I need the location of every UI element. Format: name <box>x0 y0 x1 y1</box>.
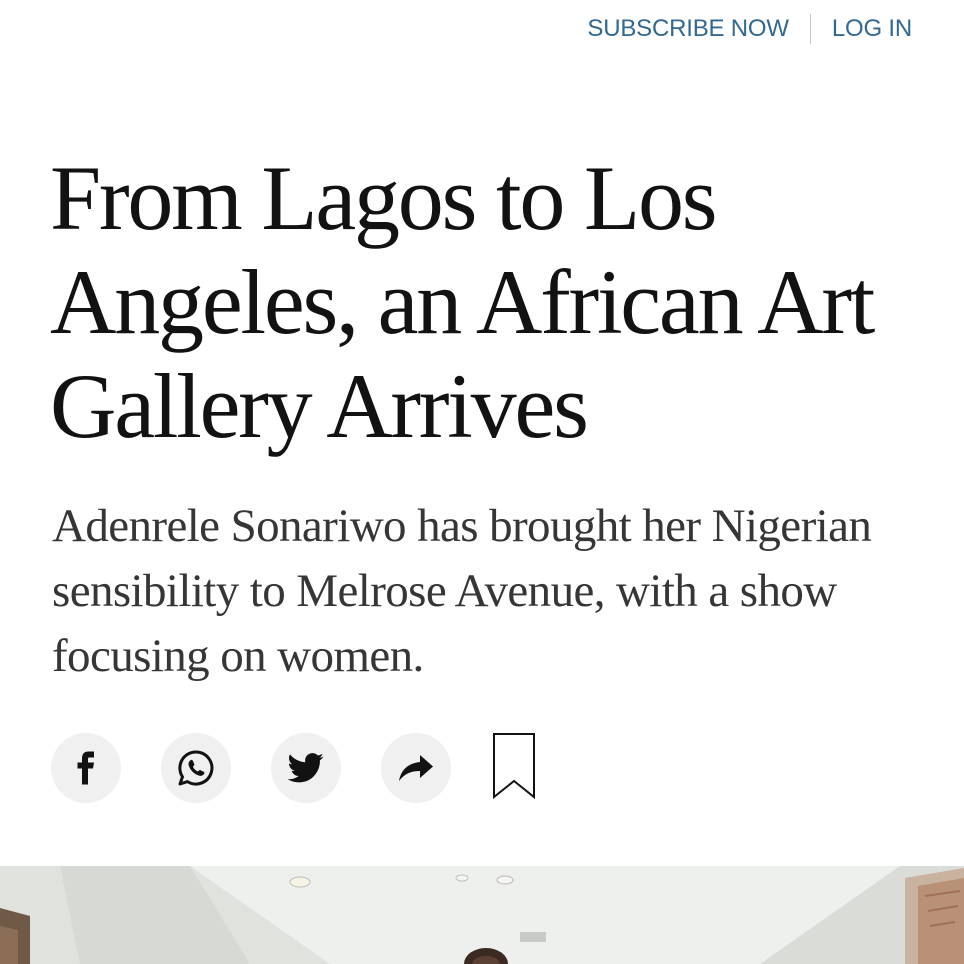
account-bar: SUBSCRIBE NOW LOG IN <box>587 14 912 44</box>
subscribe-now-link[interactable]: SUBSCRIBE NOW <box>587 15 789 43</box>
bookmark-icon <box>493 732 535 804</box>
twitter-icon <box>288 753 324 783</box>
share-arrow-icon <box>398 754 434 782</box>
article-headline: From Lagos to Los Angeles, an African Ar… <box>50 147 875 457</box>
article-summary: Adenrele Sonariwo has brought her Nigeri… <box>52 500 872 682</box>
facebook-share-button[interactable] <box>51 733 121 803</box>
twitter-share-button[interactable] <box>271 733 341 803</box>
log-in-link[interactable]: LOG IN <box>832 15 912 43</box>
more-share-button[interactable] <box>381 733 451 803</box>
whatsapp-share-button[interactable] <box>161 733 231 803</box>
share-tools <box>51 732 536 804</box>
save-article-button[interactable] <box>492 732 536 804</box>
lead-photo <box>0 866 964 964</box>
facebook-icon <box>77 751 95 785</box>
whatsapp-icon <box>176 748 216 788</box>
divider <box>809 14 811 44</box>
